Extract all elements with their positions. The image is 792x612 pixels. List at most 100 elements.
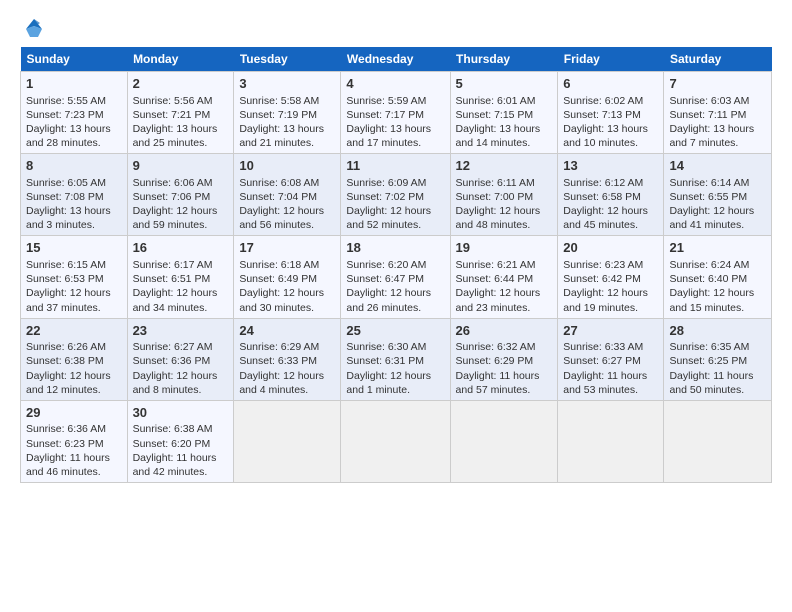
calendar-cell: 26Sunrise: 6:32 AM Sunset: 6:29 PM Dayligh… (450, 318, 558, 400)
calendar-week-row: 1Sunrise: 5:55 AMSunset: 7:23 PMDaylight… (21, 72, 772, 154)
weekday-header: Sunday (21, 47, 128, 72)
day-number: 13 (563, 157, 658, 175)
calendar-week-row: 22Sunrise: 6:26 AMSunset: 6:38 PMDayligh… (21, 318, 772, 400)
sunset-text: Sunset: 7:06 PM (133, 191, 211, 203)
calendar-cell: 11Sunrise: 6:09 AMSunset: 7:02 PMDayligh… (341, 154, 450, 236)
calendar-cell: 12Sunrise: 6:11 AMSunset: 7:00 PMDayligh… (450, 154, 558, 236)
sunset-text: Sunset: 6:47 PM (346, 273, 424, 285)
daylight-label: Daylight: 12 hours and 30 minutes. (239, 287, 324, 313)
calendar-week-row: 15Sunrise: 6:15 AMSunset: 6:53 PMDayligh… (21, 236, 772, 318)
sunset-text: Sunset: 6:55 PM (669, 191, 747, 203)
sunrise-text: Sunrise: 6:06 AM (133, 177, 213, 189)
calendar-header: SundayMondayTuesdayWednesdayThursdayFrid… (21, 47, 772, 72)
calendar-cell: 6Sunrise: 6:02 AMSunset: 7:13 PMDaylight… (558, 72, 664, 154)
daylight-label: Daylight: 13 hours and 7 minutes. (669, 123, 754, 149)
sunset-text: Sunset: 7:00 PM (456, 191, 534, 203)
daylight-label: Daylight: 12 hours and 15 minutes. (669, 287, 754, 313)
day-number: 9 (133, 157, 229, 175)
daylight-label: Daylight: 12 hours and 41 minutes. (669, 205, 754, 231)
calendar-table: SundayMondayTuesdayWednesdayThursdayFrid… (20, 47, 772, 483)
day-number: 29 (26, 404, 122, 422)
weekday-header: Friday (558, 47, 664, 72)
daylight-label: Daylight: 12 hours and 52 minutes. (346, 205, 431, 231)
daylight-label: Daylight: 12 hours and 56 minutes. (239, 205, 324, 231)
calendar-cell: 14Sunrise: 6:14 AMSunset: 6:55 PMDayligh… (664, 154, 772, 236)
calendar-cell: 28Sunrise: 6:35 AMSunset: 6:25 PMDayligh… (664, 318, 772, 400)
calendar-cell: 9Sunrise: 6:06 AMSunset: 7:06 PMDaylight… (127, 154, 234, 236)
day-number: 22 (26, 322, 122, 340)
daylight-label: Daylight: 12 hours and 26 minutes. (346, 287, 431, 313)
sunrise-text: Sunrise: 6:26 AM (26, 341, 106, 353)
day-number: 21 (669, 239, 766, 257)
sunset-text: Sunset: 6:53 PM (26, 273, 104, 285)
logo (20, 15, 52, 43)
day-number: 7 (669, 75, 766, 93)
day-number: 16 (133, 239, 229, 257)
calendar-cell: 8 Sunrise: 6:05 AM Sunset: 7:08 PM Daylight… (21, 154, 128, 236)
day-number: 8 (26, 157, 122, 175)
calendar-cell: 25Sunrise: 6:30 AMSunset: 6:31 PMDayligh… (341, 318, 450, 400)
sunrise-text: Sunrise: 6:36 AM (26, 423, 106, 435)
calendar-cell: 16Sunrise: 6:17 AMSunset: 6:51 PMDayligh… (127, 236, 234, 318)
sunrise-text: Sunrise: 6:30 AM (346, 341, 426, 353)
calendar-cell: 3Sunrise: 5:58 AMSunset: 7:19 PMDaylight… (234, 72, 341, 154)
daylight-label: Daylight: 12 hours and 19 minutes. (563, 287, 648, 313)
calendar-cell: 2Sunrise: 5:56 AMSunset: 7:21 PMDaylight… (127, 72, 234, 154)
sunset-text: Sunset: 6:25 PM (669, 355, 747, 367)
sunrise-text: Sunrise: 6:33 AM (563, 341, 643, 353)
day-number: 10 (239, 157, 335, 175)
daylight-label: Daylight: 11 hours and 50 minutes. (669, 370, 753, 396)
day-number: 4 (346, 75, 444, 93)
day-number: 2 (133, 75, 229, 93)
sunset-text: Sunset: 6:51 PM (133, 273, 211, 285)
sunset-text: Sunset: 7:23 PM (26, 109, 104, 121)
sunrise-text: Sunrise: 6:23 AM (563, 259, 643, 271)
daylight-label: Daylight: 12 hours and 4 minutes. (239, 370, 324, 396)
day-number: 3 (239, 75, 335, 93)
calendar-cell: 13Sunrise: 6:12 AMSunset: 6:58 PMDayligh… (558, 154, 664, 236)
calendar-cell: 19Sunrise: 6:21 AMSunset: 6:44 PMDayligh… (450, 236, 558, 318)
daylight-label: Daylight: 11 hours and 57 minutes. (456, 370, 540, 396)
weekday-header: Wednesday (341, 47, 450, 72)
sunrise-text: Sunrise: 6:05 AM (26, 177, 106, 189)
daylight-label: Daylight: 12 hours and 8 minutes. (133, 370, 218, 396)
sunrise-text: Sunrise: 6:18 AM (239, 259, 319, 271)
header-row (20, 15, 772, 43)
sunrise-text: Sunrise: 5:56 AM (133, 95, 213, 107)
sunset-text: Sunset: 7:13 PM (563, 109, 641, 121)
calendar-cell (234, 400, 341, 482)
daylight-label: Daylight: 11 hours and 53 minutes. (563, 370, 647, 396)
sunset-text: Sunset: 6:20 PM (133, 438, 211, 450)
sunrise-text: Sunrise: 6:09 AM (346, 177, 426, 189)
sunrise-text: Sunrise: 6:27 AM (133, 341, 213, 353)
daylight-label: Daylight: 13 hours and 28 minutes. (26, 123, 111, 149)
daylight-label: Daylight: 13 hours and 14 minutes. (456, 123, 541, 149)
daylight-label: Daylight: 12 hours and 23 minutes. (456, 287, 541, 313)
sunrise-text: Sunrise: 5:55 AM (26, 95, 106, 107)
daylight-label: Daylight: 13 hours and 3 minutes. (26, 205, 111, 231)
weekday-header: Thursday (450, 47, 558, 72)
daylight-label: Daylight: 11 hours and 42 minutes. (133, 452, 217, 478)
sunrise-text: Sunrise: 6:21 AM (456, 259, 536, 271)
sunset-text: Sunset: 6:29 PM (456, 355, 534, 367)
daylight-label: Daylight: 13 hours and 17 minutes. (346, 123, 431, 149)
page-container: SundayMondayTuesdayWednesdayThursdayFrid… (0, 0, 792, 493)
sunset-text: Sunset: 7:08 PM (26, 191, 104, 203)
day-number: 5 (456, 75, 553, 93)
day-number: 26 (456, 322, 553, 340)
sunrise-text: Sunrise: 6:14 AM (669, 177, 749, 189)
sunrise-text: Sunrise: 6:24 AM (669, 259, 749, 271)
day-number: 17 (239, 239, 335, 257)
daylight-label: Daylight: 13 hours and 21 minutes. (239, 123, 324, 149)
sunrise-text: Sunrise: 6:01 AM (456, 95, 536, 107)
sunrise-text: Sunrise: 6:32 AM (456, 341, 536, 353)
daylight-label: Daylight: 12 hours and 37 minutes. (26, 287, 111, 313)
sunset-text: Sunset: 7:17 PM (346, 109, 424, 121)
calendar-cell (341, 400, 450, 482)
calendar-cell: 30Sunrise: 6:38 AMSunset: 6:20 PMDayligh… (127, 400, 234, 482)
day-number: 24 (239, 322, 335, 340)
sunset-text: Sunset: 6:23 PM (26, 438, 104, 450)
day-number: 28 (669, 322, 766, 340)
calendar-cell: 18Sunrise: 6:20 AMSunset: 6:47 PMDayligh… (341, 236, 450, 318)
daylight-label: Daylight: 13 hours and 10 minutes. (563, 123, 648, 149)
